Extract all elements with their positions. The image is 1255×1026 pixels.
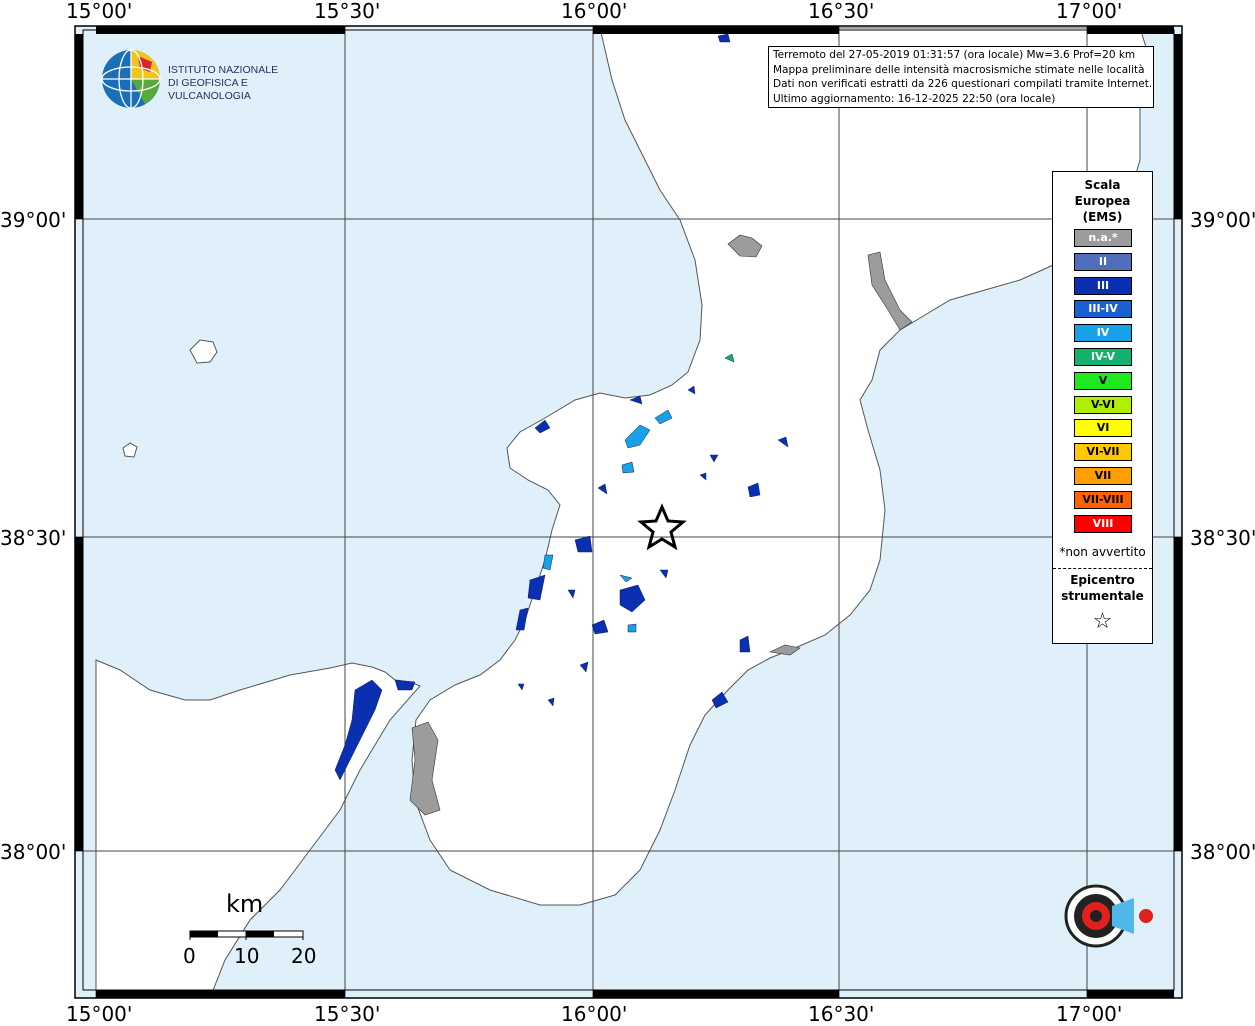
legend-epicenter-line2: strumentale [1061,589,1144,603]
event-info-line1: Terremoto del 27-05-2019 01:31:57 (ora l… [773,49,1136,61]
lat-label-left-2: 38°00' [0,840,67,864]
ingv-logo-line2: DI GEOFISICA E VULCANOLOGIA [168,77,251,102]
legend-separator [1053,568,1152,569]
legend-epicenter-line1: Epicentro [1070,573,1135,587]
legend-swatch-v: V [1074,371,1132,390]
lat-label-right-2: 38°00' [1190,840,1255,864]
lat-label-right-1: 38°30' [1190,526,1255,550]
legend-swatch-iii-iv: III-IV [1074,300,1132,319]
scale-tick-20: 20 [291,944,317,968]
legend-swatch-vi-vii: VI-VII [1074,443,1132,462]
legend-swatch-v-vi: V-VI [1074,395,1132,414]
event-info-line2: Mappa preliminare delle intensità macros… [773,63,1145,76]
haisentito-logo [1030,862,1170,982]
legend-swatch-n-a: n.a.* [1074,229,1132,247]
ingv-logo-line1: ISTITUTO NAZIONALE [168,64,279,76]
ingv-globe-icon [101,49,161,109]
lat-label-left-1: 38°30' [0,526,67,550]
lon-label-bottom-4: 17°00' [1056,1002,1123,1026]
legend-title-line2: Europea [1074,194,1131,208]
haisentito-icon [1064,884,1153,948]
legend-swatch-viii: VIII [1074,514,1132,533]
scale-tick-10: 10 [234,944,260,968]
legend-title-line1: Scala [1084,178,1121,192]
lat-label-right-0: 39°00' [1190,208,1255,232]
lon-label-bottom-2: 16°00' [561,1002,628,1026]
legend-star-icon: ☆ [1092,609,1113,634]
lon-label-bottom-3: 16°30' [808,1002,875,1026]
lat-label-left-0: 39°00' [0,208,67,232]
ingv-logo: ISTITUTO NAZIONALE DI GEOFISICA E VULCAN… [100,48,330,110]
lon-label-top-2: 16°00' [561,0,628,23]
lon-label-top-0: 15°00' [66,0,133,23]
lon-label-bottom-0: 15°00' [66,1002,133,1026]
legend-swatch-vii-viii: VII-VIII [1074,490,1132,509]
scale-tick-0: 0 [183,944,196,968]
legend-swatch-ii: II [1074,252,1132,271]
lon-label-top-4: 17°00' [1056,0,1123,23]
legend-note: *non avvertito [1059,545,1146,559]
legend-title-line3: (EMS) [1082,210,1123,224]
lon-label-top-1: 15°30' [314,0,381,23]
event-info-line3: Dati non verificati estratti da 226 ques… [773,78,1153,90]
ems-legend: Scala Europea (EMS) n.a.* II III III-IV IV IV… [1052,171,1153,644]
legend-swatch-iii: III [1074,276,1132,295]
event-info-box: Terremoto del 27-05-2019 01:31:57 (ora l… [768,46,1154,108]
event-info-line4: Ultimo aggiornamento: 16-12-2025 22:50 (… [773,92,1056,105]
legend-swatch-iv: IV [1074,324,1132,343]
scale-unit: km [226,890,264,918]
lon-label-bottom-1: 15°30' [314,1002,381,1026]
lon-label-top-3: 16°30' [808,0,875,23]
legend-swatch-vi: VI [1074,419,1132,438]
legend-swatch-iv-v: IV-V [1074,348,1132,366]
legend-swatch-vii: VII [1074,467,1132,485]
